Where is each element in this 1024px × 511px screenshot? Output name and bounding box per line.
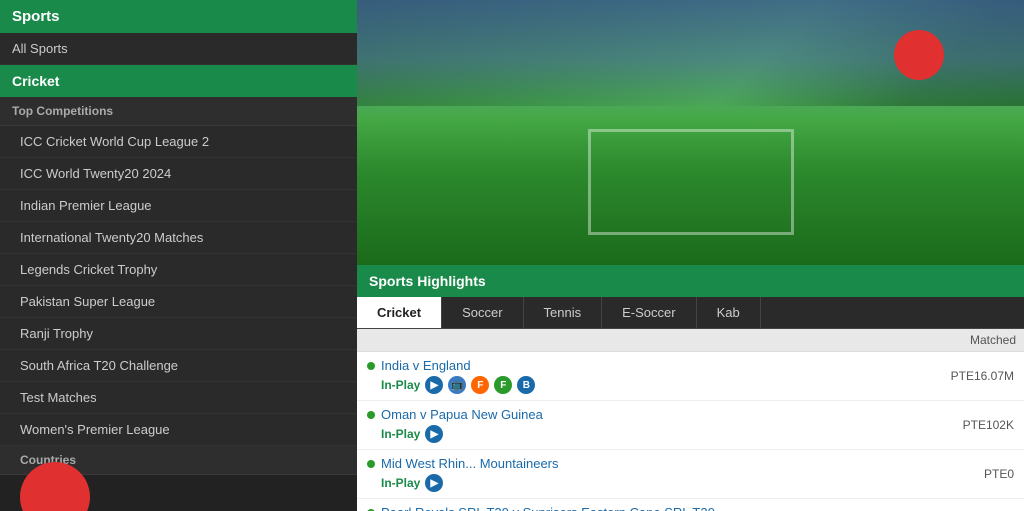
match-link-india-england[interactable]: India v England <box>381 358 471 373</box>
sidebar-sports-header[interactable]: Sports <box>0 0 357 33</box>
sidebar: Sports All Sports Cricket Top Competitio… <box>0 0 357 511</box>
sidebar-item-legends[interactable]: Legends Cricket Trophy <box>0 254 357 286</box>
match-odds-3: PTE0 <box>984 467 1014 481</box>
live-indicator-3 <box>367 460 375 468</box>
sidebar-item-ipl[interactable]: Indian Premier League <box>0 190 357 222</box>
in-play-label-2: In-Play <box>381 427 420 441</box>
match-odds-2: PTE102K <box>963 418 1014 432</box>
play-icon-1[interactable]: ▶ <box>425 376 443 394</box>
sidebar-item-test[interactable]: Test Matches <box>0 382 357 414</box>
b-icon-1[interactable]: B <box>517 376 535 394</box>
sidebar-top-competitions-label: Top Competitions <box>0 97 357 126</box>
in-play-label-3: In-Play <box>381 476 420 490</box>
sidebar-all-sports-item[interactable]: All Sports <box>0 33 357 65</box>
tab-cricket[interactable]: Cricket <box>357 297 442 328</box>
play-icon-3[interactable]: ▶ <box>425 474 443 492</box>
main-content: Sports Highlights Cricket Soccer Tennis … <box>357 0 1024 511</box>
tab-tennis[interactable]: Tennis <box>524 297 603 328</box>
sidebar-item-sa-t20[interactable]: South Africa T20 Challenge <box>0 350 357 382</box>
match-row-midwest: Mid West Rhin... Mountaineers In-Play ▶ … <box>357 450 1024 499</box>
match-row-paarl: Paarl Royals SRL T20 v Sunrisers Eastern… <box>357 499 1024 511</box>
match-row-oman-png: Oman v Papua New Guinea In-Play ▶ PTE102… <box>357 401 1024 450</box>
tab-esoccer[interactable]: E-Soccer <box>602 297 696 328</box>
match-link-oman-png[interactable]: Oman v Papua New Guinea <box>381 407 543 422</box>
live-indicator-2 <box>367 411 375 419</box>
highlights-title: Sports Highlights <box>357 265 1024 297</box>
tv-icon-1[interactable]: 📺 <box>448 376 466 394</box>
sidebar-item-icc-cwcl2[interactable]: ICC Cricket World Cup League 2 <box>0 126 357 158</box>
sidebar-item-wpl[interactable]: Women's Premier League <box>0 414 357 446</box>
live-indicator <box>367 362 375 370</box>
match-link-paarl[interactable]: Paarl Royals SRL T20 v Sunrisers Eastern… <box>381 505 715 511</box>
highlights-section: Sports Highlights Cricket Soccer Tennis … <box>357 265 1024 511</box>
matches-column-header: Matched <box>357 329 1024 352</box>
tab-kab[interactable]: Kab <box>697 297 761 328</box>
hero-red-dot <box>894 30 944 80</box>
match-odds-1: PTE16.07M <box>951 369 1014 383</box>
in-play-label-1: In-Play <box>381 378 420 392</box>
match-link-midwest[interactable]: Mid West Rhin... Mountaineers <box>381 456 559 471</box>
sidebar-item-it20[interactable]: International Twenty20 Matches <box>0 222 357 254</box>
tab-soccer[interactable]: Soccer <box>442 297 523 328</box>
sidebar-item-icc-wt20[interactable]: ICC World Twenty20 2024 <box>0 158 357 190</box>
sidebar-item-psl[interactable]: Pakistan Super League <box>0 286 357 318</box>
match-row-india-england: India v England In-Play ▶ 📺 F F B PTE16.… <box>357 352 1024 401</box>
highlights-tabs: Cricket Soccer Tennis E-Soccer Kab <box>357 297 1024 329</box>
sidebar-item-ranji[interactable]: Ranji Trophy <box>0 318 357 350</box>
f-icon-1[interactable]: F <box>471 376 489 394</box>
sidebar-cricket-header[interactable]: Cricket <box>0 65 357 97</box>
green-f-icon-1[interactable]: F <box>494 376 512 394</box>
hero-banner <box>357 0 1024 265</box>
play-icon-2[interactable]: ▶ <box>425 425 443 443</box>
